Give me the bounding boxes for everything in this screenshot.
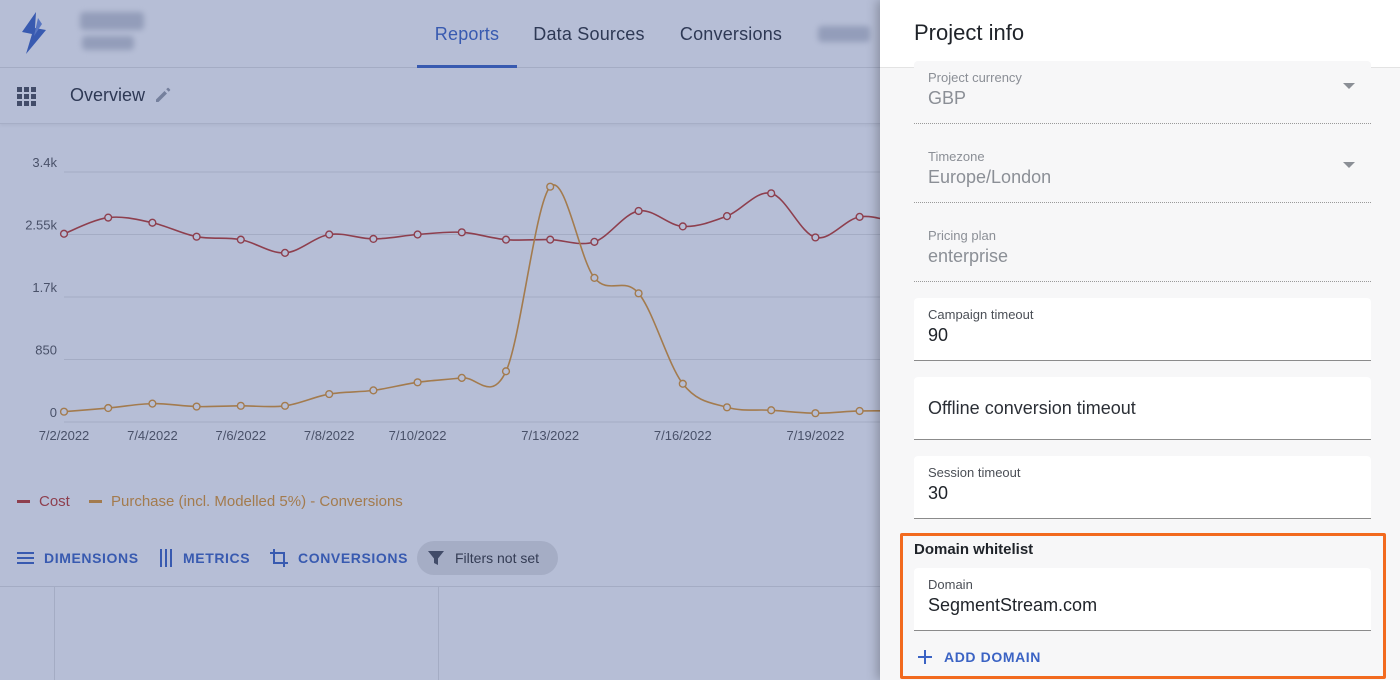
session-timeout-value: 30 xyxy=(928,483,949,503)
offline-conversion-timeout-label: Offline conversion timeout xyxy=(928,398,1136,418)
plus-icon xyxy=(918,650,932,664)
timezone-label: Timezone xyxy=(928,149,985,164)
domain-whitelist-title: Domain whitelist xyxy=(914,541,1034,558)
campaign-timeout-label: Campaign timeout xyxy=(928,307,1034,322)
project-currency-value: GBP xyxy=(928,88,967,108)
dropdown-caret-icon xyxy=(1343,83,1355,89)
timezone-select[interactable]: Timezone Europe/London xyxy=(914,140,1371,203)
dropdown-caret-icon xyxy=(1343,162,1355,168)
add-domain-button[interactable]: ADD DOMAIN xyxy=(918,647,1041,667)
campaign-timeout-value: 90 xyxy=(928,325,949,345)
pricing-plan-value: enterprise xyxy=(928,246,1009,266)
session-timeout-label: Session timeout xyxy=(928,465,1021,480)
drawer-header: Project info xyxy=(880,0,1400,68)
pricing-plan-label: Pricing plan xyxy=(928,228,996,243)
project-currency-select[interactable]: Project currency GBP xyxy=(914,61,1371,124)
campaign-timeout-input[interactable]: Campaign timeout 90 xyxy=(914,298,1371,361)
drawer-title: Project info xyxy=(914,20,1025,45)
offline-conversion-timeout-input[interactable]: Offline conversion timeout xyxy=(914,377,1371,440)
modal-scrim[interactable] xyxy=(0,0,880,680)
session-timeout-input[interactable]: Session timeout 30 xyxy=(914,456,1371,519)
timezone-value: Europe/London xyxy=(928,167,1052,187)
add-domain-label: ADD DOMAIN xyxy=(944,649,1041,665)
project-currency-label: Project currency xyxy=(928,70,1022,85)
pricing-plan-field: Pricing plan enterprise xyxy=(914,219,1371,282)
